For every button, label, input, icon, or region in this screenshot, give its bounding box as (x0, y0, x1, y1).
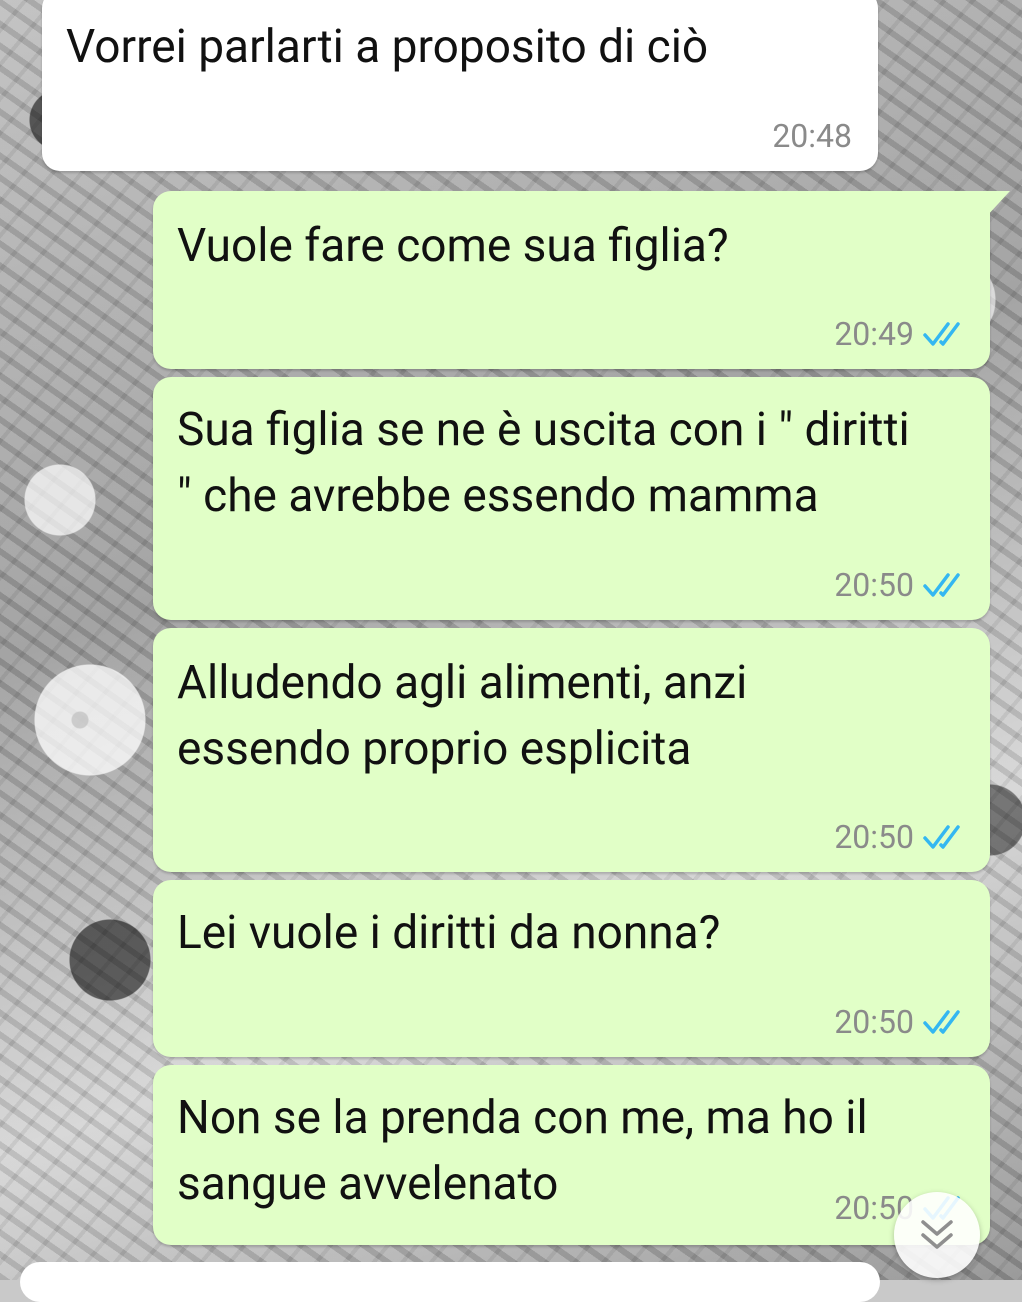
double-check-icon (923, 322, 960, 346)
message-input-bar[interactable] (20, 1262, 880, 1302)
message-outgoing[interactable]: Non se la prenda con me, ma ho il sangue… (153, 1065, 990, 1245)
message-outgoing[interactable]: Vuole fare come sua figlia? 20:49 (153, 191, 1010, 369)
message-text: Sua figlia se ne è uscita con i " diritt… (177, 403, 910, 523)
message-incoming[interactable]: Vorrei parlarti a proposito di ciò 20:48 (42, 0, 878, 171)
message-outgoing[interactable]: Alludendo agli alimenti, anzi essendo pr… (153, 628, 990, 872)
message-time: 20:48 (772, 117, 852, 155)
scroll-to-bottom-button[interactable] (894, 1192, 980, 1278)
message-meta: 20:48 (772, 117, 852, 155)
message-outgoing[interactable]: Sua figlia se ne è uscita con i " diritt… (153, 377, 990, 620)
message-time: 20:50 (834, 566, 914, 604)
bubble-tail (986, 191, 1010, 217)
double-check-icon (923, 825, 960, 849)
message-time: 20:50 (834, 818, 914, 856)
double-chevron-down-icon (921, 1220, 953, 1249)
message-outgoing[interactable]: Lei vuole i diritti da nonna? 20:50 (153, 880, 990, 1057)
message-meta: 20:49 (834, 315, 968, 353)
message-text: Vuole fare come sua figlia? (177, 219, 729, 273)
message-time: 20:50 (834, 1003, 914, 1041)
message-text: Lei vuole i diritti da nonna? (177, 906, 721, 960)
message-text: Non se la prenda con me, ma ho il sangue… (177, 1091, 868, 1211)
message-text: Vorrei parlarti a proposito di ciò (66, 20, 709, 74)
double-check-icon (923, 1010, 960, 1034)
double-check-icon (923, 573, 960, 597)
message-meta: 20:50 (834, 566, 968, 604)
message-time: 20:49 (834, 315, 914, 353)
message-meta: 20:50 (834, 818, 968, 856)
message-text: Alludendo agli alimenti, anzi essendo pr… (177, 656, 748, 776)
message-meta: 20:50 (834, 1003, 968, 1041)
